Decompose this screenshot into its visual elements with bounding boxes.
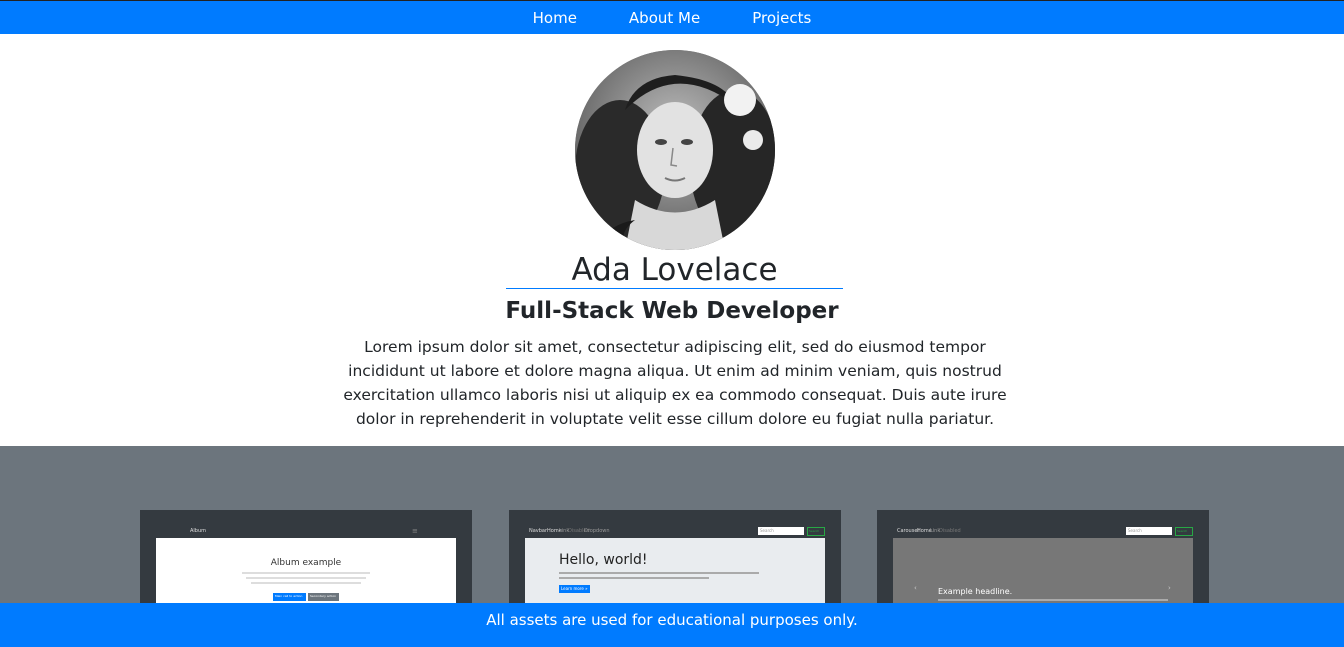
nav-home-link[interactable]: Home	[533, 9, 577, 27]
thumb-search-input: Search	[1126, 527, 1172, 535]
thumb-heading: Album example	[270, 558, 342, 568]
thumb-search-button: Search	[807, 527, 825, 536]
thumb-heading: Example headline.	[938, 587, 1013, 596]
thumb-secondary-button: Secondary action	[308, 593, 339, 601]
thumb-text-line	[251, 582, 361, 584]
thumb-brand: Carousel	[897, 528, 919, 534]
thumb-link: Dropdown	[584, 528, 610, 534]
project-card-navbar[interactable]: Navbar Home Link Disabled Dropdown Searc…	[509, 510, 841, 610]
about-section: Ada Lovelace Full-Stack Web Developer Lo…	[0, 34, 1344, 446]
thumb-jumbotron: Hello, world! Learn more »	[525, 538, 825, 610]
chevron-right-icon: ›	[1168, 584, 1171, 592]
project-card-album[interactable]: Album ≡ Album example Main call to actio…	[140, 510, 472, 610]
thumb-brand: Navbar	[529, 528, 548, 534]
thumb-text-line	[242, 572, 370, 574]
thumb-navbar: Navbar Home Link Disabled Dropdown Searc…	[509, 510, 841, 538]
thumb-text-line	[559, 572, 759, 574]
thumb-link: Disabled	[939, 528, 961, 534]
profile-name: Ada Lovelace	[506, 252, 843, 289]
thumb-primary-button: Learn more »	[559, 585, 590, 593]
chevron-left-icon: ‹	[914, 584, 917, 592]
project-card-carousel[interactable]: Carousel Home Link Disabled Search Searc…	[877, 510, 1209, 610]
nav-projects-link[interactable]: Projects	[752, 9, 811, 27]
profile-title: Full-Stack Web Developer	[505, 298, 839, 324]
profile-bio: Lorem ipsum dolor sit amet, consectetur …	[343, 338, 1007, 428]
thumb-navbar: Album ≡	[140, 510, 472, 538]
page-footer: All assets are used for educational purp…	[0, 603, 1344, 647]
thumb-brand: Album	[190, 528, 207, 534]
top-navbar: Home About Me Projects	[0, 1, 1344, 34]
profile-avatar	[575, 50, 775, 250]
thumb-navbar: Carousel Home Link Disabled Search Searc…	[877, 510, 1209, 538]
thumb-heading: Hello, world!	[559, 552, 648, 568]
footer-text: All assets are used for educational purp…	[486, 611, 858, 629]
thumb-primary-button: Main call to action	[273, 593, 306, 601]
menu-icon: ≡	[412, 527, 418, 535]
thumb-search-input: Search	[758, 527, 804, 535]
nav-about-link[interactable]: About Me	[629, 9, 700, 27]
thumb-search-button: Search	[1175, 527, 1193, 536]
thumb-text-line	[559, 577, 709, 579]
thumb-text-line	[938, 599, 1168, 601]
thumb-text-line	[246, 577, 366, 579]
thumb-page: Album example Main call to action Second…	[156, 538, 456, 610]
thumb-carousel: ‹ Example headline. ›	[893, 538, 1193, 610]
